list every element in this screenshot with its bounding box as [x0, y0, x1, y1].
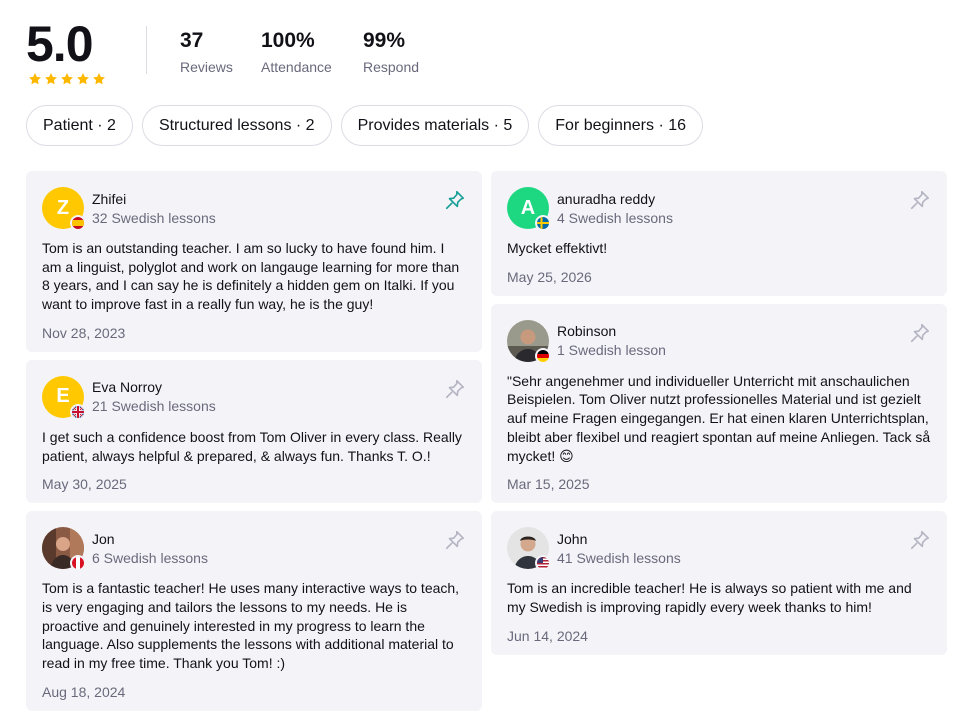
reviewer-name: Eva Norroy	[92, 379, 163, 396]
review-text: Tom is an outstanding teacher. I am so l…	[42, 240, 460, 313]
flag-sweden-icon	[535, 215, 551, 231]
pin-icon[interactable]	[444, 378, 466, 400]
flag-germany-icon	[535, 347, 551, 364]
lesson-count: 6 Swedish lessons	[92, 549, 208, 566]
review-date: Aug 18, 2024	[42, 683, 126, 700]
reviewer-name: Robinson	[557, 323, 617, 340]
avatar-initial: E	[56, 385, 70, 408]
review-card: Jon 6 Swedish lessons Tom is a fantastic…	[26, 511, 482, 711]
review-card: Z Zhifei 32 Swedish lessons Tom is an ou…	[26, 171, 482, 352]
avatar	[507, 527, 551, 572]
reviewer-name: Zhifei	[92, 190, 127, 207]
review-date: May 25, 2026	[507, 268, 592, 285]
stat-value: 99%	[363, 29, 406, 52]
review-text: Tom is an incredible teacher! He is alwa…	[507, 580, 912, 615]
review-text: Mycket effektivt!	[507, 240, 608, 256]
review-date: Mar 15, 2025	[507, 476, 590, 493]
review-text: "Sehr angenehmer und individueller Unter…	[507, 372, 931, 464]
review-card: E Eva Norroy 21 Swedish lessons I get su…	[26, 359, 482, 504]
review-filters: Patient · 2 Structured lessons · 2 Provi…	[26, 105, 704, 146]
flag-spain-icon	[70, 215, 86, 231]
star-icon	[93, 73, 105, 85]
review-date: May 30, 2025	[42, 476, 127, 493]
avatar-initial: A	[520, 196, 536, 219]
avatar-initial: Z	[56, 196, 70, 219]
filter-chip-provides-materials[interactable]: Provides materials · 5	[340, 105, 530, 146]
stat-value: 37	[180, 29, 204, 52]
pin-icon[interactable]	[909, 322, 931, 344]
lesson-count: 32 Swedish lessons	[92, 209, 216, 226]
star-icon	[29, 73, 41, 85]
reviews-column-right: A anuradha reddy 4 Swedish lessons Mycke…	[491, 171, 947, 655]
reviewer-name: John	[557, 530, 588, 547]
reviews-column-left: Z Zhifei 32 Swedish lessons Tom is an ou…	[26, 171, 482, 711]
filter-chip-for-beginners[interactable]: For beginners · 16	[538, 105, 704, 146]
rating-stars	[28, 72, 106, 86]
lesson-count: 41 Swedish lessons	[557, 549, 681, 566]
lesson-count: 21 Swedish lessons	[92, 398, 216, 415]
stat-respond: 99% Respond	[363, 28, 419, 76]
stat-label: Reviews	[180, 59, 233, 75]
lesson-count: 1 Swedish lesson	[557, 342, 666, 359]
stat-value: 100%	[261, 29, 315, 52]
flag-uk-icon	[70, 403, 86, 420]
review-card: Robinson 1 Swedish lesson "Sehr angenehm…	[491, 303, 947, 504]
review-date: Nov 28, 2023	[42, 324, 126, 341]
avatar	[42, 527, 86, 572]
pin-icon[interactable]	[909, 189, 931, 211]
avatar: Z	[42, 187, 86, 231]
reviewer-name: anuradha reddy	[557, 190, 656, 207]
stat-reviews: 37 Reviews	[180, 28, 233, 76]
pin-icon[interactable]	[909, 529, 931, 551]
pin-icon[interactable]	[444, 529, 466, 551]
stats-divider	[146, 26, 147, 74]
star-icon	[45, 73, 57, 85]
filter-chip-patient[interactable]: Patient · 2	[26, 105, 133, 146]
stat-attendance: 100% Attendance	[261, 28, 332, 76]
review-text: I get such a confidence boost from Tom O…	[42, 428, 462, 464]
pin-icon[interactable]	[444, 189, 466, 211]
lesson-count: 4 Swedish lessons	[557, 209, 673, 226]
filter-chip-structured-lessons[interactable]: Structured lessons · 2	[141, 105, 332, 146]
review-card: A anuradha reddy 4 Swedish lessons Mycke…	[491, 171, 947, 296]
avatar: E	[42, 375, 86, 420]
stat-label: Respond	[363, 59, 420, 75]
star-icon	[61, 73, 73, 85]
review-card: John 41 Swedish lessons Tom is an incred…	[491, 511, 947, 655]
avatar	[507, 319, 551, 364]
flag-usa-icon	[535, 555, 551, 572]
overall-rating: 5.0	[26, 16, 94, 72]
stat-label: Attendance	[261, 59, 332, 75]
reviewer-name: Jon	[92, 530, 115, 547]
review-text: Tom is a fantastic teacher! He uses many…	[42, 580, 460, 672]
flag-peru-icon	[70, 555, 86, 572]
star-icon	[77, 73, 89, 85]
avatar: A	[507, 187, 551, 231]
review-date: Jun 14, 2024	[507, 627, 588, 644]
